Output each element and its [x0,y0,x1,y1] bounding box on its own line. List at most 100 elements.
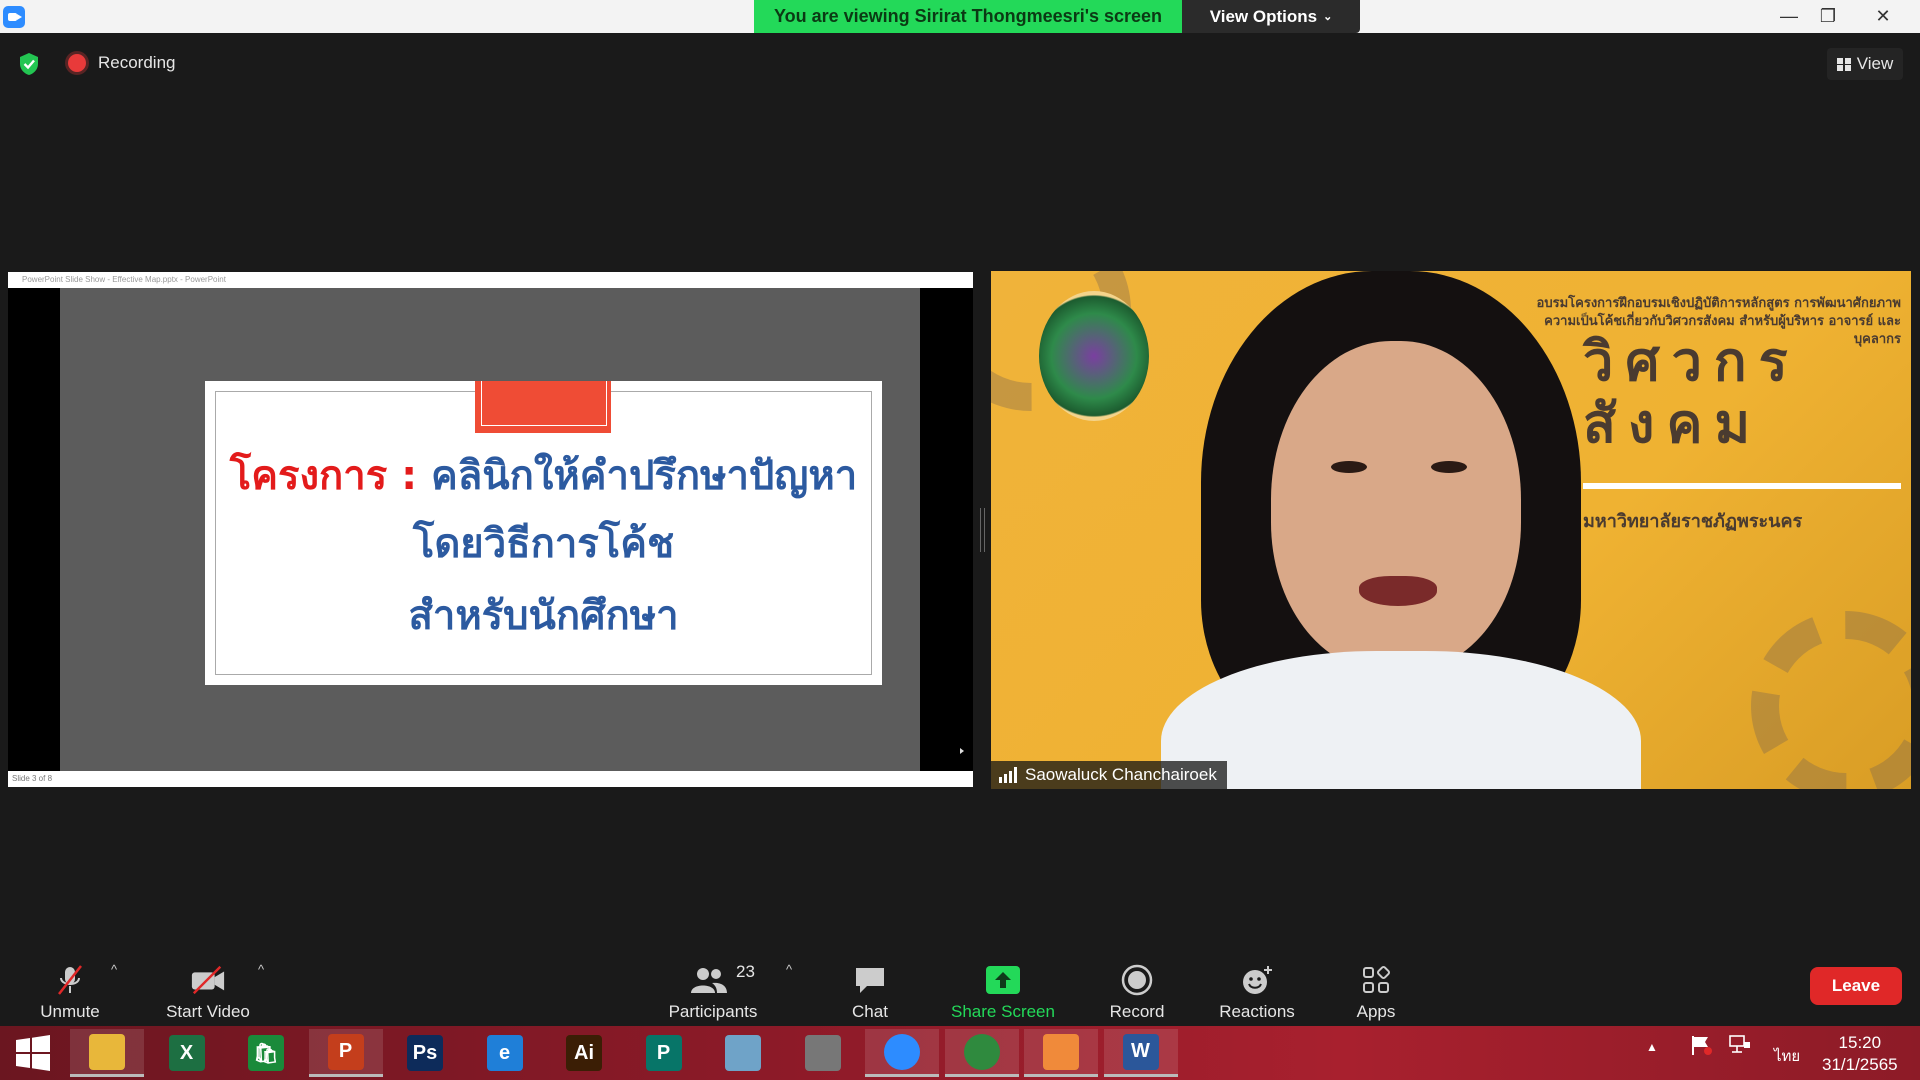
network-icon[interactable] [1728,1034,1752,1060]
tray-overflow-icon[interactable]: ▲ [1646,1040,1658,1054]
start-video-button[interactable]: Start Video [160,956,256,1022]
windows-logo-icon [16,1035,50,1071]
publisher-icon: P [645,1035,682,1071]
zoom-icon [884,1033,920,1070]
participant-name: Saowaluck Chanchairoek [1025,765,1217,784]
banner-big-title: วิศวกร สังคม [1583,331,1800,455]
participants-options-caret[interactable]: ^ [786,962,792,977]
record-label: Record [1109,1002,1165,1021]
banner-big-title-1: วิศวกร [1583,330,1800,393]
share-screen-button[interactable]: Share Screen [944,956,1062,1022]
view-options-button[interactable]: View Options ⌄ [1182,0,1360,33]
recording-indicator-icon[interactable] [68,54,86,72]
store-icon: 🛍 [248,1035,284,1071]
internet-explorer-icon: e [486,1035,523,1071]
taskbar-app-photoshop[interactable]: Ps [388,1029,462,1077]
security-shield-icon[interactable] [18,52,40,76]
view-options-label: View Options [1209,6,1318,26]
hotocape-icon [804,1035,841,1071]
clock-date: 31/1/2565 [1822,1055,1898,1074]
chat-bubble-icon [852,964,888,996]
taskbar-app-powerpoint[interactable]: P [308,1029,383,1077]
notes-icon [725,1035,761,1071]
slide-line-1-prefix: โครงการ : [229,453,418,499]
banner-rule [1583,483,1901,489]
photoshop-icon: Ps [407,1035,443,1071]
illustrator-icon: Ai [566,1035,602,1071]
window-titlebar: You are viewing Sirirat Thongmeesri's sc… [0,0,1920,33]
file-explorer-icon [89,1033,125,1070]
taskbar-app-zoom[interactable] [865,1029,939,1077]
participant-video[interactable]: อบรมโครงการฝึกอบรมเชิงปฏิบัติการหลักสูตร… [991,271,1911,789]
zoom-logo-icon [3,6,25,28]
ppt-stage: โครงการ : คลินิกให้คำปรึกษาปัญหา โดยวิธี… [60,288,964,771]
slide-line-3: สำหรับนักศึกษา [408,593,679,639]
person-face [1271,341,1521,671]
reactions-smiley-icon [1239,964,1275,996]
paint-icon [1043,1033,1079,1070]
taskbar-clock[interactable]: 15:20 31/1/2565 [1822,1032,1898,1076]
apps-button[interactable]: Apps [1350,956,1402,1022]
signal-bars-icon [999,767,1017,783]
powerpoint-icon: P [327,1033,364,1070]
taskbar-app-internet-explorer[interactable]: e [468,1029,542,1077]
grid-view-icon [1836,57,1851,71]
person-mouth [1359,576,1437,606]
audio-options-caret[interactable]: ^ [111,962,117,977]
slide-line-1: โครงการ : คลินิกให้คำปรึกษาปัญหา [205,443,882,507]
unmute-button[interactable]: Unmute [34,956,106,1022]
share-screen-label: Share Screen [951,1002,1055,1021]
muted-mic-icon [52,964,88,996]
reactions-button[interactable]: Reactions [1212,956,1302,1022]
slide-line-1-rest: คลินิกให้คำปรึกษาปัญหา [417,453,858,499]
recording-label: Recording [98,53,176,72]
excel-icon: X [168,1035,205,1071]
start-button[interactable] [0,1029,66,1077]
participants-label: Participants [668,1002,758,1021]
record-icon [1119,964,1155,996]
taskbar-app-paint[interactable] [1024,1029,1098,1077]
participant-person [1161,271,1641,789]
slide: โครงการ : คลินิกให้คำปรึกษาปัญหา โดยวิธี… [205,381,882,685]
apps-icon [1358,964,1394,996]
share-screen-icon [985,964,1021,996]
taskbar-app-illustrator[interactable]: Ai [547,1029,621,1077]
taskbar-app-file-explorer[interactable] [70,1029,144,1077]
restore-button[interactable]: ❐ [1805,0,1851,33]
chat-label: Chat [852,1002,888,1021]
video-options-caret[interactable]: ^ [258,962,264,977]
leave-button[interactable]: Leave [1810,967,1902,1005]
start-video-label: Start Video [166,1002,250,1021]
close-button[interactable]: ✕ [1860,0,1906,33]
person-eye-right [1431,461,1467,473]
participant-name-tag: Saowaluck Chanchairoek [991,761,1227,789]
taskbar-app-hotocape[interactable] [786,1029,860,1077]
word-icon: W [1122,1033,1159,1070]
taskbar-app-store[interactable]: 🛍 [229,1029,303,1077]
clock-time: 15:20 [1838,1033,1882,1052]
taskbar-app-chrome[interactable] [944,1029,1019,1077]
slide-red-tab [475,381,611,433]
ppt-status-bar: Slide 3 of 8 [8,771,973,787]
taskbar-app-word[interactable]: W [1103,1029,1178,1077]
chevron-down-icon: ⌄ [1323,11,1333,23]
chrome-icon [963,1033,1000,1070]
record-button[interactable]: Record [1100,956,1174,1022]
language-indicator[interactable]: ไทย [1774,1044,1800,1068]
participants-icon [690,964,736,996]
view-button[interactable]: View [1827,48,1903,80]
participant-count: 23 [736,962,755,981]
taskbar-app-publisher[interactable]: P [627,1029,701,1077]
taskbar-app-excel[interactable]: X [150,1029,224,1077]
taskbar-app-notes[interactable] [706,1029,780,1077]
action-center-flag-icon[interactable] [1690,1034,1714,1060]
chat-button[interactable]: Chat [838,956,902,1022]
viewing-banner: You are viewing Sirirat Thongmeesri's sc… [754,0,1182,33]
shared-screen[interactable]: PowerPoint Slide Show - Effective Map.pp… [8,272,973,787]
ppt-window-title: PowerPoint Slide Show - Effective Map.pp… [8,272,973,288]
unmute-label: Unmute [40,1002,100,1021]
panel-splitter-handle[interactable] [980,508,985,552]
university-seal-icon [1039,291,1149,421]
person-eye-left [1331,461,1367,473]
mouse-cursor-icon [960,748,964,754]
